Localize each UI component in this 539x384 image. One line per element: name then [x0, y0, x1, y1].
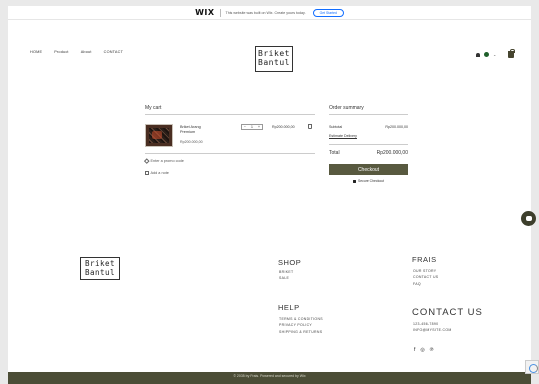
cart-title: My cart [145, 105, 162, 111]
site-logo[interactable]: Briket Bantul [255, 46, 293, 72]
chevron-down-icon[interactable]: ⌄ [493, 52, 496, 57]
footer-shop-links: BRIKET SALE [279, 270, 293, 280]
footer-contact-lines: 123-456-7890 INFO@MYSITE.COM [413, 322, 452, 332]
get-started-button[interactable]: Get Started [312, 8, 344, 17]
footer-contact-title: CONTACT US [412, 307, 483, 318]
secure-label: Secure Checkout [357, 179, 384, 183]
nav-about[interactable]: About [81, 50, 92, 54]
add-note-link[interactable]: Add a note [145, 171, 169, 175]
notification-bell-icon[interactable] [476, 52, 480, 57]
shopping-bag-icon[interactable] [508, 49, 515, 58]
promo-label: Enter a promo code [150, 159, 184, 163]
wix-logo[interactable]: WIX [195, 8, 214, 17]
facebook-icon[interactable]: f [414, 347, 415, 353]
footer-link-terms[interactable]: TERMS & CONDITIONS [279, 317, 323, 321]
summary-divider-top [329, 114, 408, 115]
nav-contact[interactable]: CONTACT [104, 50, 123, 54]
nav-home[interactable]: HOME [30, 50, 42, 54]
checkout-button[interactable]: Checkout [329, 164, 408, 175]
footer-shop-title: SHOP [278, 258, 302, 267]
wix-banner: WIX This website was built on Wix. Creat… [8, 6, 531, 20]
footer-link-faq[interactable]: FAQ [413, 282, 438, 286]
qty-decrement[interactable]: − [244, 125, 246, 129]
pinterest-icon[interactable]: ℗ [430, 347, 434, 353]
cart-divider-top [145, 114, 315, 115]
total-value: Rp200.000,00 [376, 150, 408, 156]
instagram-icon[interactable]: ◎ [420, 347, 424, 353]
chat-button[interactable] [521, 211, 536, 226]
footer-help-links: TERMS & CONDITIONS PRIVACY POLICY SHIPPI… [279, 317, 323, 334]
footer-link-contact[interactable]: CONTACT US [413, 275, 438, 279]
logo-line-1: Briket [258, 49, 290, 58]
page: WIX This website was built on Wix. Creat… [8, 6, 536, 384]
recaptcha-badge-icon[interactable] [525, 360, 539, 374]
footer-email[interactable]: INFO@MYSITE.COM [413, 328, 452, 332]
qty-increment[interactable]: + [258, 125, 260, 129]
footer-link-story[interactable]: OUR STORY [413, 269, 438, 273]
footer-link-privacy[interactable]: PRIVACY POLICY [279, 323, 323, 327]
main-nav: HOME Product About CONTACT [30, 50, 123, 54]
nav-product[interactable]: Product [54, 50, 69, 54]
note-label: Add a note [150, 171, 169, 175]
footer-logo[interactable]: Briket Bantul [80, 257, 120, 280]
summary-divider-mid [329, 144, 408, 145]
footer-frais-title: FRAIS [412, 255, 437, 264]
product-image[interactable] [145, 124, 173, 147]
banner-text: This website was built on Wix. Create yo… [225, 10, 306, 15]
total-row: Total Rp200.000,00 [329, 150, 408, 156]
line-item-total: Rp200.000,00 [272, 125, 295, 129]
tag-icon [144, 158, 150, 164]
remove-item-icon[interactable] [308, 124, 312, 129]
cart-divider-bottom [145, 153, 315, 154]
lock-icon [352, 179, 356, 183]
footer-link-briket[interactable]: BRIKET [279, 270, 293, 274]
estimate-delivery-link[interactable]: Estimate Delivery [329, 134, 357, 138]
copyright-text: © 2035 by Frais. Powered and secured by … [233, 374, 306, 378]
footer-link-sale[interactable]: SALE [279, 276, 293, 280]
footer-link-shipping[interactable]: SHIPPING & RETURNS [279, 330, 323, 334]
product-price: Rp200.000,00 [180, 140, 203, 144]
secure-checkout: Secure Checkout [329, 179, 408, 183]
quantity-stepper[interactable]: − 1 + [241, 124, 263, 130]
user-avatar-icon[interactable] [484, 52, 489, 57]
note-icon [145, 171, 149, 175]
chat-bubble-icon [525, 216, 532, 221]
header-icons: ⌄ [476, 49, 515, 58]
footer-logo-line-2: Bantul [84, 267, 116, 277]
promo-code-link[interactable]: Enter a promo code [144, 158, 184, 164]
order-summary-title: Order summary [329, 105, 364, 111]
logo-line-2: Bantul [258, 58, 290, 68]
footer-help-title: HELP [278, 303, 300, 312]
product-name[interactable]: Briket Arang Premium [180, 125, 210, 135]
subtotal-label: Subtotal [329, 125, 343, 129]
qty-value: 1 [251, 125, 253, 129]
footer-phone[interactable]: 123-456-7890 [413, 322, 452, 326]
footer-frais-links: OUR STORY CONTACT US FAQ [413, 269, 438, 286]
banner-divider [219, 8, 221, 17]
subtotal-value: Rp200.000,00 [385, 125, 408, 129]
subtotal-row: Subtotal Rp200.000,00 [329, 125, 408, 129]
footer-bottom-bar: © 2035 by Frais. Powered and secured by … [8, 372, 531, 384]
social-links: f ◎ ℗ [414, 347, 433, 353]
total-label: Total [329, 150, 340, 156]
